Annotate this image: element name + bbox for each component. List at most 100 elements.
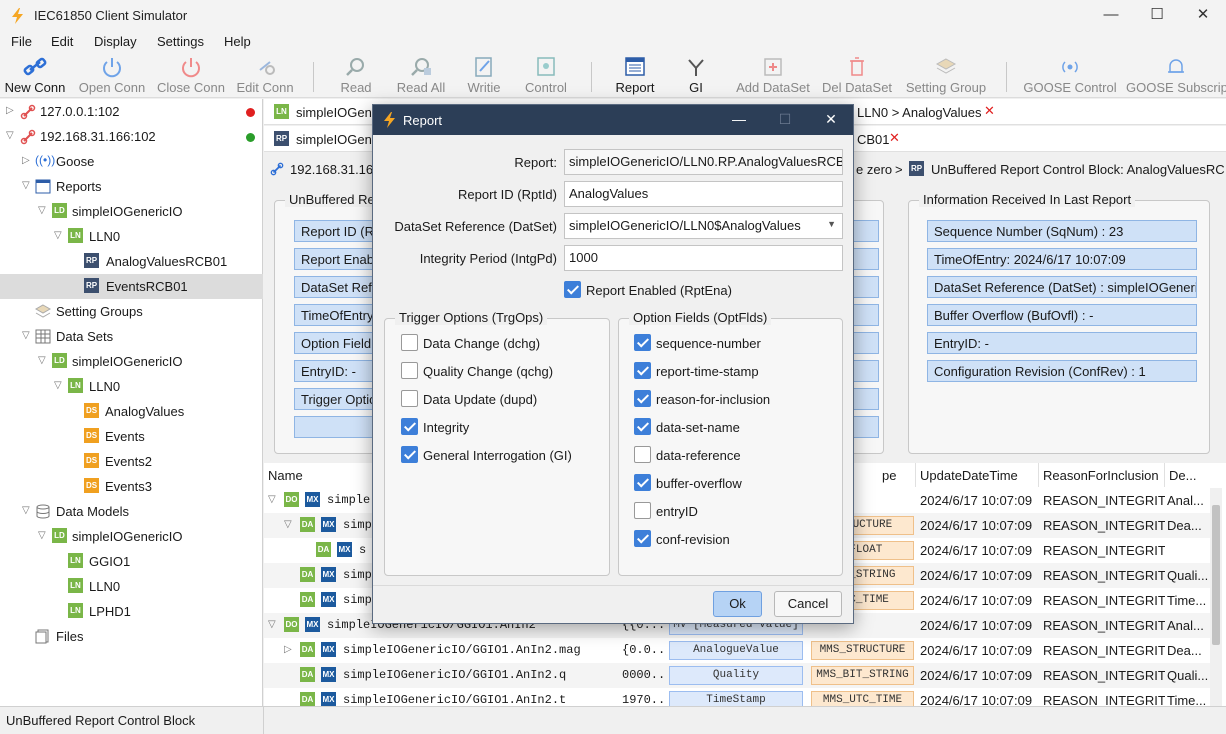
toolbar-separator <box>591 62 592 92</box>
datset-select[interactable]: simpleIOGenericIO/LLN0$AnalogValues ▼ <box>564 213 843 239</box>
chevron-down-icon[interactable]: ▽ <box>22 505 30 516</box>
integrity-checkbox[interactable] <box>401 418 418 435</box>
tree-item-ln[interactable]: LN LPHD1 <box>0 599 263 624</box>
del-dataset-button[interactable]: Del DataSet <box>820 54 894 98</box>
rptid-input[interactable]: AnalogValues <box>564 181 843 207</box>
menu-file[interactable]: File <box>11 34 32 49</box>
menu-help[interactable]: Help <box>224 34 251 49</box>
chevron-down-icon[interactable]: ▽ <box>38 355 46 366</box>
menu-edit[interactable]: Edit <box>51 34 73 49</box>
open-conn-button[interactable]: Open Conn <box>78 54 146 98</box>
add-dataset-button[interactable]: Add DataSet <box>734 54 812 98</box>
tree-item-data-models[interactable]: ▽ Data Models <box>0 499 263 524</box>
read-all-button[interactable]: Read All <box>393 54 449 98</box>
tree-item-dataset[interactable]: DS Events2 <box>0 449 263 474</box>
tree-item-conn-local[interactable]: ▷ 127.0.0.1:102 <box>0 99 263 124</box>
tree-item-rcb[interactable]: RP AnalogValuesRCB01 <box>0 249 263 274</box>
chevron-right-icon[interactable]: ▷ <box>22 155 30 166</box>
column-header-desc[interactable]: De... <box>1165 463 1212 487</box>
tree-item-data-sets[interactable]: ▽ Data Sets <box>0 324 263 349</box>
edit-conn-button[interactable]: Edit Conn <box>234 54 296 98</box>
qchg-checkbox[interactable] <box>401 362 418 379</box>
close-conn-button[interactable]: Close Conn <box>155 54 227 98</box>
report-button[interactable]: Report <box>610 54 660 98</box>
table-row[interactable]: DA MX simpleIOGenericIO/GGIO1.AnIn2.q 0000.… <box>264 663 1212 688</box>
menu-settings[interactable]: Settings <box>157 34 204 49</box>
minimize-button[interactable]: — <box>1088 0 1134 32</box>
dialog-close-button[interactable]: ✕ <box>808 105 854 135</box>
menu-display[interactable]: Display <box>94 34 137 49</box>
close-conn-label: Close Conn <box>157 80 225 95</box>
tree-item-dataset[interactable]: DS Events <box>0 424 263 449</box>
column-header-updatetime[interactable]: UpdateDateTime <box>916 463 1039 487</box>
chevron-right-icon[interactable]: ▷ <box>6 105 14 116</box>
cell-time: 2024/6/17 10:07:09 <box>920 668 1033 683</box>
chevron-down-icon[interactable]: ▽ <box>22 330 30 341</box>
chevron-down-icon[interactable]: ▽ <box>268 619 276 630</box>
tree-item-rcb-selected[interactable]: RP EventsRCB01 <box>0 274 263 299</box>
tree-item-files[interactable]: Files <box>0 624 263 649</box>
scrollbar-thumb[interactable] <box>1212 505 1220 645</box>
dchg-checkbox[interactable] <box>401 334 418 351</box>
reason-checkbox[interactable] <box>634 390 651 407</box>
control-button[interactable]: Control <box>520 54 572 98</box>
maximize-button[interactable]: ☐ <box>1134 0 1180 32</box>
chevron-down-icon[interactable]: ▽ <box>54 380 62 391</box>
conf-revision-checkbox[interactable] <box>634 530 651 547</box>
new-conn-button[interactable]: New Conn <box>4 54 66 98</box>
option-fields-group: Option Fields (OptFlds) sequence-number … <box>618 310 843 576</box>
cancel-button[interactable]: Cancel <box>774 591 842 617</box>
intgpd-input[interactable]: 1000 <box>564 245 843 271</box>
tree-item-dataset[interactable]: DS AnalogValues <box>0 399 263 424</box>
column-header-reason[interactable]: ReasonForInclusion <box>1039 463 1165 487</box>
ok-button[interactable]: Ok <box>713 591 762 617</box>
tree-item-ln[interactable]: LN LLN0 <box>0 574 263 599</box>
chevron-right-icon[interactable]: ▷ <box>284 644 292 655</box>
chevron-down-icon[interactable]: ▽ <box>284 519 292 530</box>
dupd-checkbox[interactable] <box>401 390 418 407</box>
add-dataset-label: Add DataSet <box>736 80 810 95</box>
tree-item-ld[interactable]: ▽ LD simpleIOGenericIO <box>0 349 263 374</box>
chevron-down-icon[interactable]: ▽ <box>38 530 46 541</box>
gi-checkbox[interactable] <box>401 446 418 463</box>
data-reference-checkbox[interactable] <box>634 446 651 463</box>
tree-item-ln[interactable]: LN GGIO1 <box>0 549 263 574</box>
dialog-minimize-button[interactable]: — <box>716 105 762 135</box>
chevron-down-icon[interactable]: ▽ <box>268 494 276 505</box>
group-title: Option Fields (OptFlds) <box>629 310 772 325</box>
table-row[interactable]: ▷ DA MX simpleIOGenericIO/GGIO1.AnIn2.mag {0… <box>264 638 1212 663</box>
chevron-down-icon[interactable]: ▽ <box>54 230 62 241</box>
tree-item-dataset[interactable]: DS Events3 <box>0 474 263 499</box>
rptena-checkbox[interactable] <box>564 281 581 298</box>
write-button[interactable]: Writie <box>462 54 506 98</box>
tree-item-setting-groups[interactable]: Setting Groups <box>0 299 263 324</box>
info-field: TimeOfEntry: 2024/6/17 10:07:09 <box>927 248 1197 270</box>
close-window-button[interactable]: ✕ <box>1180 0 1226 32</box>
dataset-name-checkbox[interactable] <box>634 418 651 435</box>
goose-subscript-button[interactable]: GOOSE Subscript <box>1126 54 1226 98</box>
timestamp-checkbox[interactable] <box>634 362 651 379</box>
setting-group-button[interactable]: Setting Group <box>903 54 989 98</box>
checkbox-label: Quality Change (qchg) <box>423 364 554 379</box>
app-title: IEC61850 Client Simulator <box>34 8 188 23</box>
seqnum-checkbox[interactable] <box>634 334 651 351</box>
tree-item-ld[interactable]: ▽ LD simpleIOGenericIO <box>0 524 263 549</box>
close-tab-icon[interactable]: ✕ <box>984 103 995 119</box>
chevron-down-icon[interactable]: ▽ <box>22 180 30 191</box>
entryid-checkbox[interactable] <box>634 502 651 519</box>
goose-control-button[interactable]: GOOSE Control <box>1022 54 1118 98</box>
read-button[interactable]: Read <box>333 54 379 98</box>
ds-tag-icon: DS <box>84 428 99 443</box>
tree-item-ld[interactable]: ▽ LD simpleIOGenericIO <box>0 199 263 224</box>
close-tab-icon[interactable]: ✕ <box>889 130 900 146</box>
tree-item-ln[interactable]: ▽ LN LLN0 <box>0 224 263 249</box>
da-tag-icon: DA <box>300 592 315 607</box>
chevron-down-icon[interactable]: ▽ <box>38 205 46 216</box>
tree-item-reports[interactable]: ▽ Reports <box>0 174 263 199</box>
gi-button[interactable]: GI <box>676 54 716 98</box>
chevron-down-icon[interactable]: ▽ <box>6 130 14 141</box>
tree-item-goose[interactable]: ▷ ((•)) Goose <box>0 149 263 174</box>
tree-item-conn-remote[interactable]: ▽ 192.168.31.166:102 <box>0 124 263 149</box>
buffer-overflow-checkbox[interactable] <box>634 474 651 491</box>
tree-item-ln[interactable]: ▽ LN LLN0 <box>0 374 263 399</box>
